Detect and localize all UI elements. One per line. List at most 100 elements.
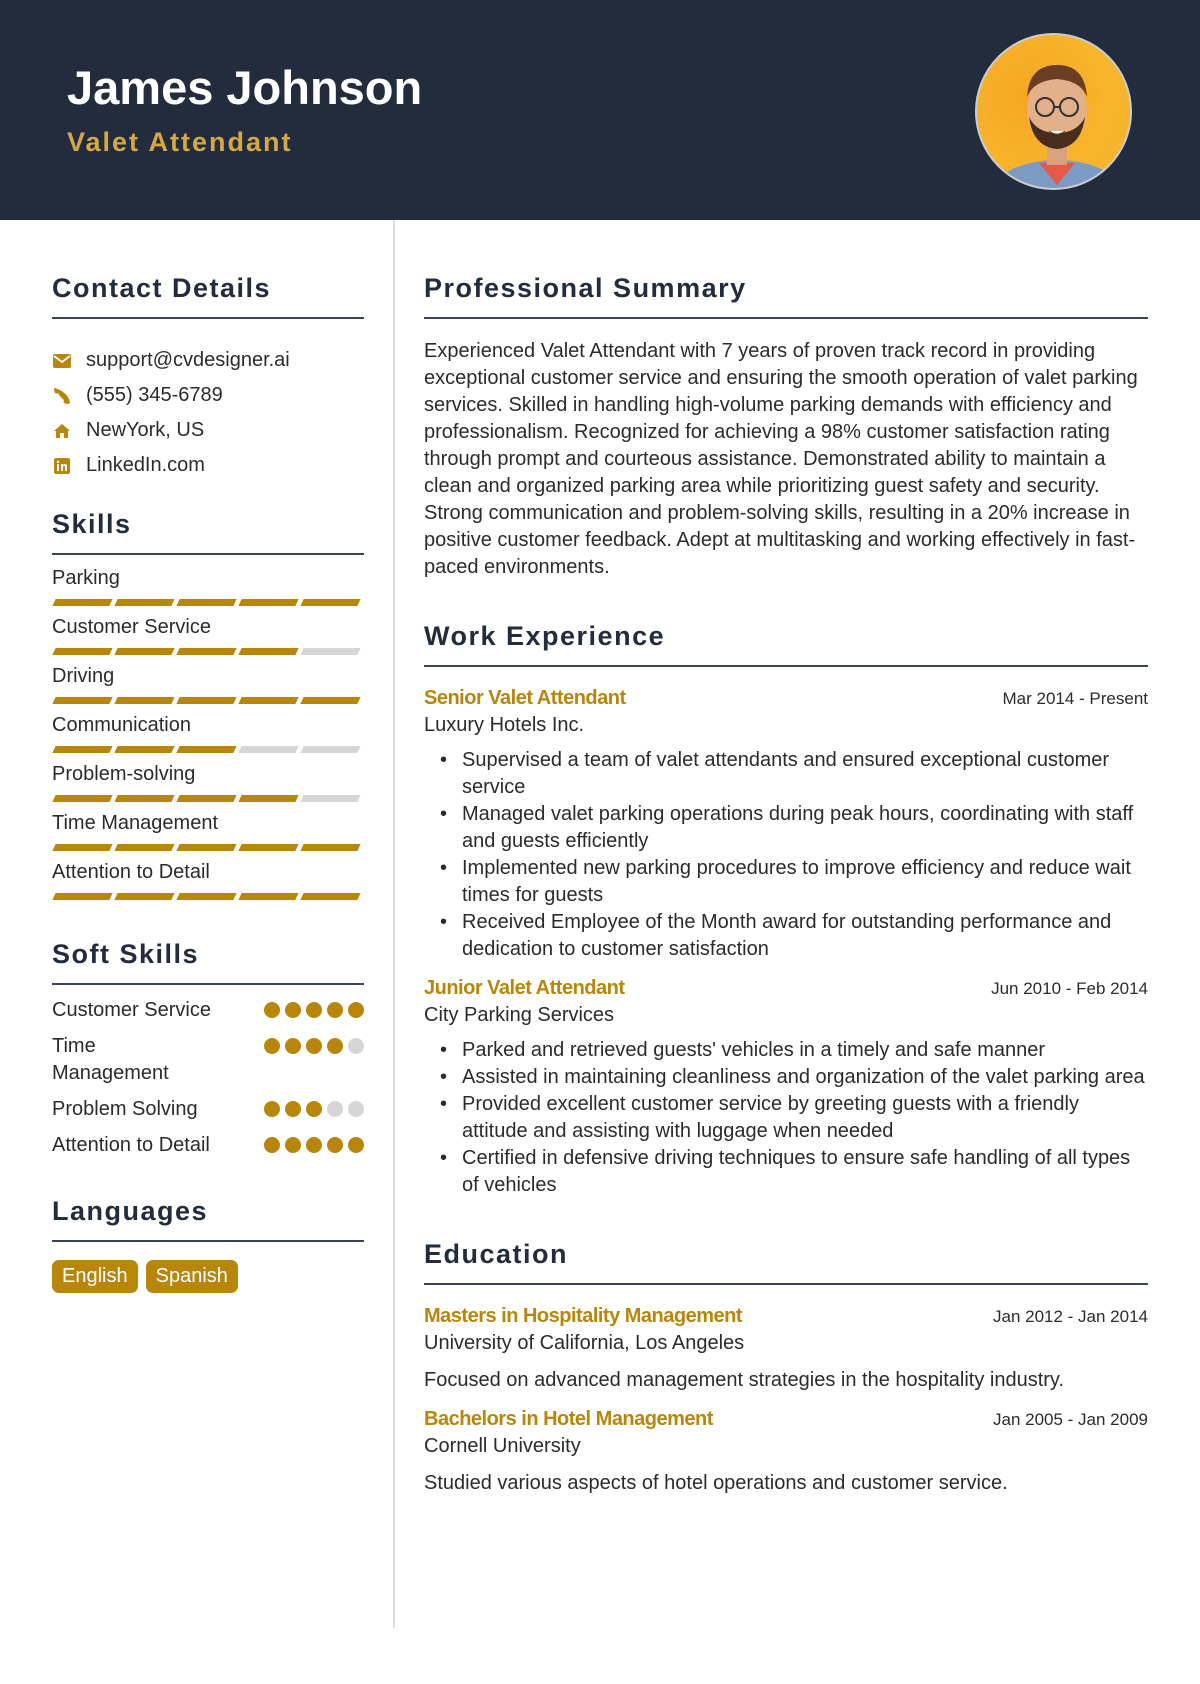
- skill-name: Problem-solving: [52, 763, 196, 785]
- rating-dot-empty: [327, 1101, 343, 1117]
- rating-dot-empty: [348, 1101, 364, 1117]
- skill-name: Communication: [52, 714, 191, 736]
- candidate-name: James Johnson: [67, 61, 423, 114]
- soft-skill-rating: [264, 997, 364, 1018]
- skills-list: Parking Customer Service Driving Communicat…: [52, 565, 364, 900]
- skill-segment-filled: [238, 795, 299, 802]
- summary-section: Professional Summary Experienced Valet A…: [424, 273, 1148, 581]
- experience-heading: Work Experience: [424, 621, 666, 651]
- language-badge: Spanish: [145, 1260, 238, 1293]
- home-icon: [52, 421, 72, 441]
- job-bullet: Supervised a team of valet attendants an…: [424, 747, 1148, 801]
- skill-level-bar: [52, 648, 364, 655]
- contact-email[interactable]: support@cvdesigner.ai: [52, 343, 364, 378]
- job-bullet: Parked and retrieved guests' vehicles in…: [424, 1037, 1148, 1064]
- contact-section: Contact Details support@cvdesigner.ai (5…: [52, 273, 364, 483]
- skill-name: Time Management: [52, 812, 218, 834]
- soft-skill-name: Time Management: [52, 1035, 169, 1084]
- education-entry: Bachelors in Hotel Management Jan 2005 -…: [424, 1408, 1148, 1495]
- skill-name: Driving: [52, 665, 115, 687]
- skills-section: Skills Parking Customer Service Driving Com…: [52, 509, 364, 900]
- skill-segment-filled: [176, 893, 237, 900]
- skill-segment-empty: [238, 746, 299, 753]
- summary-text: Experienced Valet Attendant with 7 years…: [424, 340, 1138, 578]
- contact-phone-text: (555) 345-6789: [86, 384, 223, 406]
- job-title: Junior Valet Attendant: [424, 977, 625, 999]
- rating-dot-filled: [285, 1038, 301, 1054]
- rating-dot-filled: [348, 1002, 364, 1018]
- job-bullets: Supervised a team of valet attendants an…: [424, 747, 1148, 963]
- job-company: City Parking Services: [424, 1004, 615, 1026]
- left-column: Contact Details support@cvdesigner.ai (5…: [52, 220, 364, 1293]
- skill-segment-filled: [52, 599, 113, 606]
- skill-segment-filled: [52, 648, 113, 655]
- degree-description: Studied various aspects of hotel operati…: [424, 1472, 1008, 1494]
- soft-skill-name: Problem Solving: [52, 1098, 198, 1120]
- job-bullet: Certified in defensive driving technique…: [424, 1145, 1148, 1199]
- job-bullet: Implemented new parking procedures to im…: [424, 855, 1148, 909]
- skill-level-bar: [52, 844, 364, 851]
- skill-item: Time Management: [52, 810, 364, 851]
- language-badge: English: [52, 1260, 138, 1293]
- skill-level-bar: [52, 697, 364, 704]
- soft-skill-item: Time Management: [52, 1033, 364, 1087]
- rating-dot-filled: [264, 1002, 280, 1018]
- rating-dot-filled: [348, 1137, 364, 1153]
- person-avatar-icon: [990, 65, 1124, 188]
- job-dates: Jun 2010 - Feb 2014: [991, 979, 1148, 998]
- job-title: Senior Valet Attendant: [424, 687, 626, 709]
- languages-section: Languages English Spanish: [52, 1196, 364, 1293]
- skills-heading: Skills: [52, 509, 132, 539]
- languages-rule: [52, 1240, 364, 1242]
- contact-phone[interactable]: (555) 345-6789: [52, 378, 364, 413]
- skill-segment-empty: [300, 795, 361, 802]
- soft-skills-heading: Soft Skills: [52, 939, 200, 969]
- education-heading: Education: [424, 1239, 569, 1269]
- job-company: Luxury Hotels Inc.: [424, 714, 585, 736]
- soft-skills-list: Customer Service Time Management Problem S…: [52, 997, 364, 1159]
- soft-skill-name: Attention to Detail: [52, 1134, 210, 1156]
- skill-name: Attention to Detail: [52, 861, 210, 883]
- soft-skill-rating: [264, 1132, 364, 1153]
- skill-segment-filled: [238, 893, 299, 900]
- experience-section: Work Experience Senior Valet Attendant M…: [424, 621, 1148, 1199]
- job-bullet: Received Employee of the Month award for…: [424, 909, 1148, 963]
- soft-skill-item: Customer Service: [52, 997, 364, 1024]
- skill-segment-filled: [238, 844, 299, 851]
- summary-heading: Professional Summary: [424, 273, 747, 303]
- skill-segment-filled: [238, 697, 299, 704]
- soft-skills-rule: [52, 983, 364, 985]
- rating-dot-filled: [264, 1101, 280, 1117]
- languages-heading: Languages: [52, 1196, 209, 1226]
- contact-linkedin[interactable]: LinkedIn.com: [52, 448, 364, 483]
- summary-rule: [424, 317, 1148, 319]
- contact-linkedin-text: LinkedIn.com: [86, 454, 205, 476]
- experience-entry: Junior Valet Attendant Jun 2010 - Feb 20…: [424, 977, 1148, 1199]
- skill-segment-filled: [176, 648, 237, 655]
- soft-skill-item: Attention to Detail: [52, 1132, 364, 1159]
- rating-dot-filled: [306, 1101, 322, 1117]
- skill-segment-filled: [176, 746, 237, 753]
- job-bullet: Provided excellent customer service by g…: [424, 1091, 1148, 1145]
- job-bullet: Assisted in maintaining cleanliness and …: [424, 1064, 1148, 1091]
- skill-segment-filled: [176, 697, 237, 704]
- skill-level-bar: [52, 795, 364, 802]
- job-bullets: Parked and retrieved guests' vehicles in…: [424, 1037, 1148, 1199]
- experience-rule: [424, 665, 1148, 667]
- skill-segment-filled: [114, 746, 175, 753]
- rating-dot-filled: [264, 1038, 280, 1054]
- skill-level-bar: [52, 746, 364, 753]
- skill-segment-empty: [300, 746, 361, 753]
- education-rule: [424, 1283, 1148, 1285]
- skill-segment-empty: [300, 648, 361, 655]
- soft-skills-section: Soft Skills Customer Service Time Managem…: [52, 939, 364, 1159]
- profile-photo: [975, 33, 1132, 190]
- soft-skill-item: Problem Solving: [52, 1096, 364, 1123]
- rating-dot-filled: [264, 1137, 280, 1153]
- education-entry: Masters in Hospitality Management Jan 20…: [424, 1305, 1148, 1392]
- rating-dot-filled: [306, 1002, 322, 1018]
- skill-segment-filled: [114, 648, 175, 655]
- linkedin-icon: [52, 456, 72, 476]
- rating-dot-filled: [285, 1101, 301, 1117]
- skill-segment-filled: [114, 599, 175, 606]
